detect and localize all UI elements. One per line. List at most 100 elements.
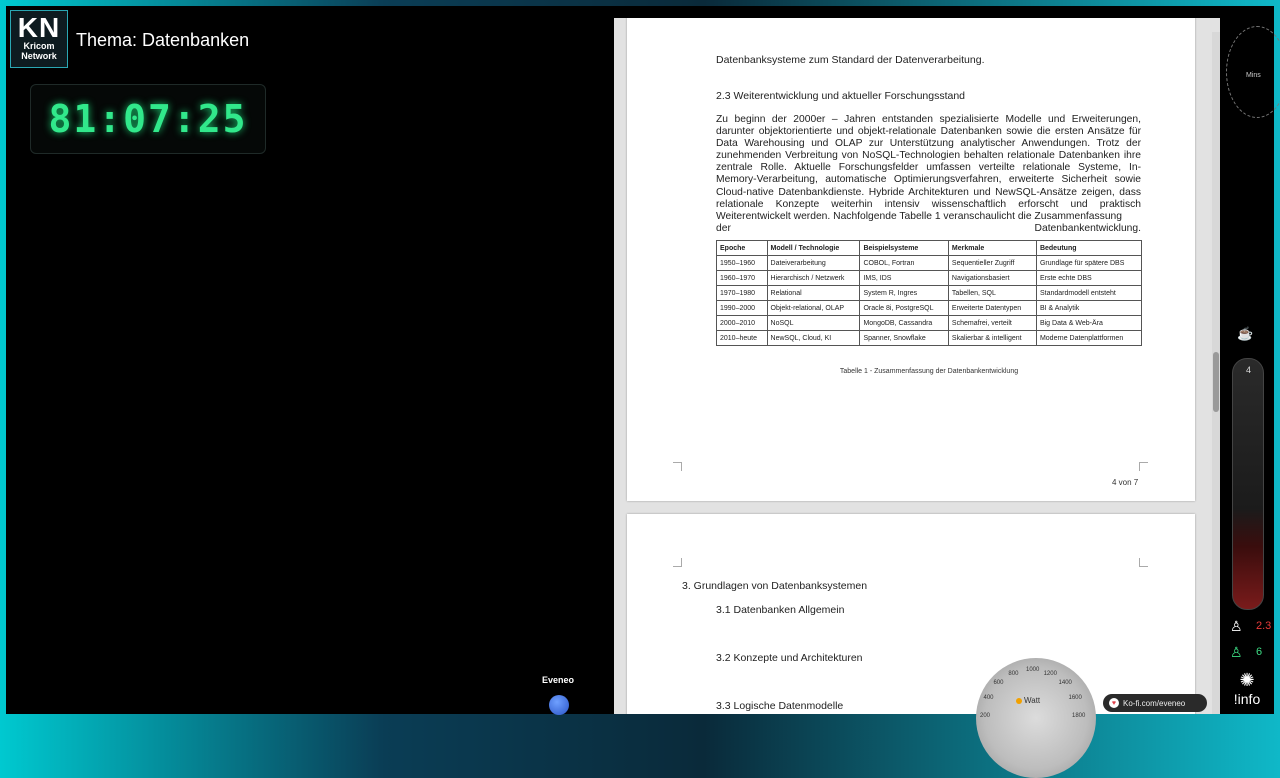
follower-stat-value: 6 — [1256, 646, 1263, 658]
margin-corner — [673, 558, 682, 567]
table-row: 2000–2010 NoSQL MongoDB, Cassandra Schemafr… — [716, 315, 1143, 331]
follower-stat-row: ♙ 6 — [1224, 644, 1274, 664]
kofi-text: Ko-fi.com/eveneo — [1123, 698, 1186, 708]
table-cell: Hierarchisch / Netzwerk — [766, 270, 861, 286]
gauge-mark: 800 — [1008, 670, 1019, 677]
table-cell: NoSQL — [766, 315, 861, 331]
table-row: 1960–1970 Hierarchisch / Netzwerk IMS, IDS… — [716, 270, 1143, 286]
gauge-minutes-label: Mins — [1246, 72, 1261, 79]
margin-corner — [1139, 462, 1148, 471]
table-cell: Navigationsbasiert — [947, 270, 1037, 286]
subsection-heading: 3.3 Logische Datenmodelle — [716, 700, 844, 712]
paragraph-last-line: der Datenbankentwicklung. — [716, 223, 1141, 235]
thermometer-value: 4 — [1246, 365, 1252, 375]
column-header: Beispielsysteme — [859, 240, 949, 256]
table-cell: Objekt-relational, OLAP — [766, 300, 861, 316]
table-cell: System R, Ingres — [859, 285, 949, 301]
table-header-row: Epoche Modell / Technologie Beispielsyst… — [716, 240, 1143, 256]
table-cell: BI & Analytik — [1035, 300, 1143, 316]
brain-icon: ✺ — [1239, 670, 1255, 690]
column-header: Epoche — [716, 240, 768, 256]
table-cell: Moderne Datenplattformen — [1035, 330, 1143, 346]
table-cell: Oracle 8i, PostgreSQL — [859, 300, 949, 316]
paragraph-end-left: der — [716, 223, 731, 234]
gauge-label: Watt — [1024, 696, 1041, 705]
body-paragraph: Zu beginn der 2000er – Jahren entstanden… — [716, 114, 1141, 222]
person-icon: ♙ — [1230, 644, 1243, 660]
progress-thermometer: 4 — [1232, 358, 1264, 610]
document-page-4[interactable]: Datenbanksysteme zum Standard der Datenv… — [627, 18, 1195, 501]
document-viewer[interactable]: 121234567891011121314151618 Datenbanksys… — [614, 18, 1220, 714]
table-cell: Sequentieller Zugriff — [947, 255, 1037, 271]
margin-corner — [1139, 558, 1148, 567]
subsection-heading: 3.1 Datenbanken Allgemein — [716, 604, 845, 616]
table-row: 1970–1980 Relational System R, Ingres Tabel… — [716, 285, 1143, 301]
table-cell: Schemafrei, verteilt — [947, 315, 1037, 331]
page-number: 4 von 7 — [1112, 478, 1139, 487]
chapter-heading: 3. Grundlagen von Datenbanksystemen — [682, 580, 868, 592]
person-icon: ♙ — [1230, 618, 1243, 634]
table-row: 1950–1960 Dateiverarbeitung COBOL, Fortran… — [716, 255, 1143, 271]
database-history-table: Epoche Modell / Technologie Beispielsyst… — [716, 240, 1143, 346]
logo-mark: KN — [17, 12, 61, 43]
table-cell: COBOL, Fortran — [859, 255, 949, 271]
table-cell: Spanner, Snowflake — [859, 330, 949, 346]
table-cell: 1950–1960 — [716, 255, 768, 271]
timer-value: 81:07:25 — [48, 97, 248, 141]
table-cell: Tabellen, SQL — [947, 285, 1037, 301]
watt-gauge: Watt 200 400 600 800 1000 1200 1400 1600 1800 — [976, 658, 1096, 778]
gauge-mark: 1400 — [1058, 680, 1072, 687]
viewer-stat-value: 2.3 — [1256, 620, 1272, 632]
gauge-mark: 1200 — [1043, 670, 1057, 677]
table-caption: Tabelle 1 - Zusammenfassung der Datenban… — [839, 368, 1019, 375]
gauge-mark: 600 — [993, 680, 1004, 687]
table-row: 1990–2000 Objekt-relational, OLAP Oracle 8… — [716, 300, 1143, 316]
table-cell: NewSQL, Cloud, KI — [766, 330, 861, 346]
coffee-cup-icon: ☕ — [1237, 326, 1254, 341]
paragraph-end-right: Datenbankentwicklung. — [1034, 223, 1141, 234]
subsection-heading: 3.2 Konzepte und Architekturen — [716, 652, 863, 664]
table-cell: Big Data & Web-Ära — [1035, 315, 1143, 331]
user-avatar — [549, 695, 569, 715]
table-cell: Erste echte DBS — [1035, 270, 1143, 286]
table-cell: Dateiverarbeitung — [766, 255, 861, 271]
logo-line-2: Network — [21, 51, 57, 61]
column-header: Merkmale — [947, 240, 1037, 256]
section-heading: 2.3 Weiterentwicklung und aktueller Fors… — [716, 90, 966, 102]
table-cell: IMS, IDS — [859, 270, 949, 286]
scrollbar-thumb[interactable] — [1213, 352, 1219, 412]
topic-title: Thema: Datenbanken — [76, 30, 250, 50]
gauge-mark: 200 — [980, 713, 991, 719]
right-stats-panel: Mins ☕ 4 ♙ 2.3 ♙ 6 ✺ !info — [1220, 18, 1280, 714]
viewer-stat-row: ♙ 2.3 — [1224, 618, 1274, 638]
table-cell: Erweiterte Datentypen — [947, 300, 1037, 316]
column-header: Modell / Technologie — [766, 240, 861, 256]
document-page-5[interactable]: 3. Grundlagen von Datenbanksystemen 3.1 … — [627, 514, 1195, 714]
gauge-mark: 400 — [983, 695, 994, 702]
user-tag: Eveneo — [542, 675, 575, 685]
kofi-link[interactable]: ♥ Ko-fi.com/eveneo — [1103, 694, 1207, 712]
stream-canvas: KN Kricom Network Thema: Datenbanken 81:… — [6, 6, 1280, 778]
info-widget[interactable]: ✺ !info — [1224, 670, 1270, 707]
gauge-mark: 1000 — [1026, 667, 1040, 673]
column-header: Bedeutung — [1035, 240, 1143, 256]
gauge-indicator-icon — [1016, 698, 1022, 704]
table-cell: 1990–2000 — [716, 300, 768, 316]
gauge-mark: 1600 — [1068, 695, 1082, 702]
table-row: 2010–heute NewSQL, Cloud, KI Spanner, Snow… — [716, 330, 1143, 346]
table-cell: 1970–1980 — [716, 285, 768, 301]
info-label: !info — [1233, 691, 1261, 707]
vertical-scrollbar[interactable] — [1212, 32, 1220, 714]
table-cell: MongoDB, Cassandra — [859, 315, 949, 331]
body-text-line: Datenbanksysteme zum Standard der Datenv… — [716, 54, 985, 66]
table-cell: Skalierbar & intelligent — [947, 330, 1037, 346]
gauge-mark: 1800 — [1072, 713, 1086, 719]
kricom-network-logo: KN Kricom Network — [10, 10, 68, 68]
heart-icon: ♥ — [1109, 698, 1119, 708]
stream-timer: 81:07:25 — [30, 84, 266, 154]
table-cell: Standardmodell entsteht — [1035, 285, 1143, 301]
table-cell: 2010–heute — [716, 330, 768, 346]
table-cell: 2000–2010 — [716, 315, 768, 331]
margin-corner — [673, 462, 682, 471]
table-cell: Relational — [766, 285, 861, 301]
